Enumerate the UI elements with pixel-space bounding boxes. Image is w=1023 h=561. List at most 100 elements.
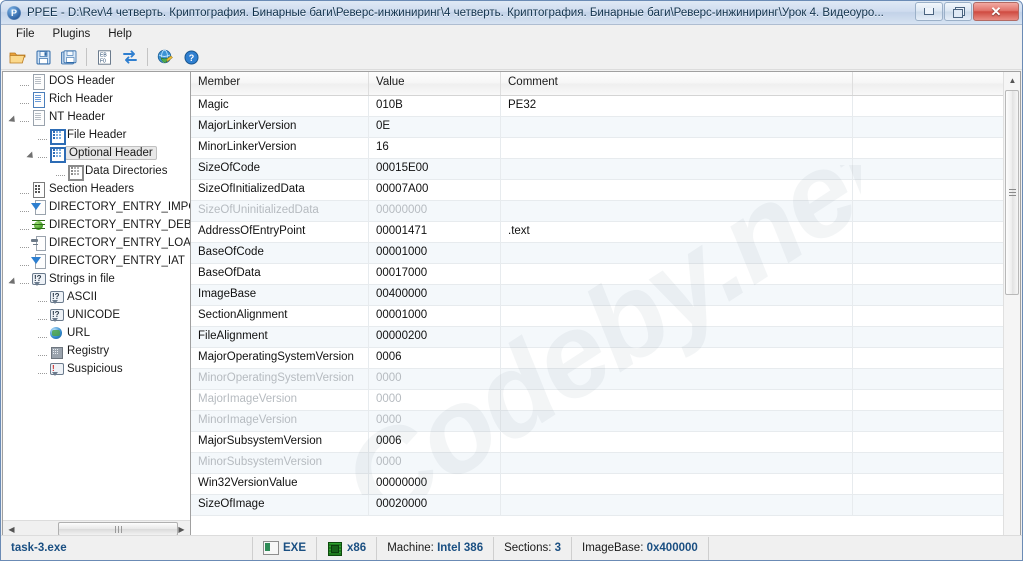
tree-item-label: UNICODE <box>67 309 121 321</box>
cell-comment <box>501 432 853 452</box>
save-button[interactable] <box>31 46 55 68</box>
status-machine-label: Machine: <box>387 542 434 554</box>
tree-connector <box>38 301 47 302</box>
cell-member: MinorSubsystemVersion <box>191 453 369 473</box>
table-row[interactable]: Magic 010B PE32 <box>191 96 1020 117</box>
chevron-down-icon[interactable] <box>27 148 38 159</box>
table-row[interactable]: SizeOfUninitializedData 00000000 <box>191 201 1020 222</box>
cell-value: 0000 <box>369 411 501 431</box>
refresh-button[interactable] <box>118 46 142 68</box>
table-row[interactable]: SizeOfInitializedData 00007A00 <box>191 180 1020 201</box>
tree-item-unicode[interactable]: !? UNICODE <box>3 306 190 324</box>
minimize-button[interactable] <box>915 2 943 21</box>
table-row[interactable]: MinorSubsystemVersion 0000 <box>191 453 1020 474</box>
cell-value: 0006 <box>369 348 501 368</box>
cell-value: 00015E00 <box>369 159 501 179</box>
column-header-value[interactable]: Value <box>369 72 501 95</box>
tree-item-optional-header[interactable]: Optional Header <box>3 144 190 163</box>
table-row[interactable]: ImageBase 00400000 <box>191 285 1020 306</box>
tree-connector <box>38 373 47 374</box>
table-row[interactable]: MajorSubsystemVersion 0006 <box>191 432 1020 453</box>
table-row[interactable]: SizeOfImage 00020000 <box>191 495 1020 516</box>
table-vscroll-thumb[interactable] <box>1005 90 1019 295</box>
tree-connector <box>20 211 29 212</box>
table-row[interactable]: BaseOfCode 00001000 <box>191 243 1020 264</box>
cell-comment <box>501 138 853 158</box>
cell-member: Win32VersionValue <box>191 474 369 494</box>
tree-item-directory-entry-iat[interactable]: DIRECTORY_ENTRY_IAT <box>3 252 190 270</box>
table-header-row: Member Value Comment <box>191 72 1020 96</box>
virustotal-button[interactable] <box>153 46 177 68</box>
tree-item-directory-entry-load-config[interactable]: DIRECTORY_ENTRY_LOAD_CONFIG <box>3 234 190 252</box>
help-button[interactable]: ? <box>179 46 203 68</box>
tree-connector <box>20 265 29 266</box>
cell-member: Magic <box>191 96 369 116</box>
scroll-up-icon[interactable]: ▲ <box>1004 72 1020 89</box>
cell-value: 00000000 <box>369 474 501 494</box>
status-filename: task-3.exe <box>1 536 253 560</box>
cell-value: 010B <box>369 96 501 116</box>
table-row[interactable]: MinorOperatingSystemVersion 0000 <box>191 369 1020 390</box>
bubble-marks: ! <box>52 364 55 373</box>
column-header-extra[interactable] <box>853 72 1020 95</box>
table-row[interactable]: MinorLinkerVersion 16 <box>191 138 1020 159</box>
hex-view-button[interactable]: EB F0 <box>92 46 116 68</box>
status-imagebase: ImageBase: 0x400000 <box>572 536 709 560</box>
tree-scroll-area[interactable]: DOS Header Rich Header NT Header File Heade… <box>3 72 190 520</box>
menu-item-plugins[interactable]: Plugins <box>44 26 100 43</box>
column-header-comment[interactable]: Comment <box>501 72 853 95</box>
grip-icon <box>114 525 122 533</box>
table-row[interactable]: AddressOfEntryPoint 00001471 .text <box>191 222 1020 243</box>
restore-button[interactable] <box>944 2 972 21</box>
table-row[interactable]: Win32VersionValue 00000000 <box>191 474 1020 495</box>
table-row[interactable]: SectionAlignment 00001000 <box>191 306 1020 327</box>
table-row[interactable]: FileAlignment 00000200 <box>191 327 1020 348</box>
tree-expander-spacer <box>27 130 38 141</box>
tree-item-dos-header[interactable]: DOS Header <box>3 72 190 90</box>
toolbar-separator-2 <box>147 48 148 66</box>
table-row[interactable]: SizeOfCode 00015E00 <box>191 159 1020 180</box>
tree-item-suspicious[interactable]: ! Suspicious <box>3 360 190 378</box>
chevron-down-icon[interactable] <box>9 274 20 285</box>
tree-item-ascii[interactable]: !? ASCII <box>3 288 190 306</box>
status-architecture: x86 <box>317 536 378 560</box>
save-all-button[interactable] <box>57 46 81 68</box>
tree-item-registry[interactable]: Registry <box>3 342 190 360</box>
chevron-down-icon[interactable] <box>9 112 20 123</box>
cell-extra <box>853 159 1020 179</box>
table-row[interactable]: BaseOfData 00017000 <box>191 264 1020 285</box>
cell-extra <box>853 390 1020 410</box>
tree-connector <box>20 103 29 104</box>
tree-expander-spacer <box>9 94 20 105</box>
close-button[interactable]: ✕ <box>973 2 1019 21</box>
column-header-member[interactable]: Member <box>191 72 369 95</box>
tree-item-label: Rich Header <box>49 93 113 105</box>
status-filetype-text: EXE <box>283 542 307 554</box>
restore-icon <box>953 7 965 18</box>
table-vertical-scrollbar[interactable]: ▲ <box>1003 72 1020 537</box>
table-row[interactable]: MajorImageVersion 0000 <box>191 390 1020 411</box>
cell-extra <box>853 117 1020 137</box>
table-row[interactable]: MinorImageVersion 0000 <box>191 411 1020 432</box>
menu-item-help[interactable]: Help <box>99 26 141 43</box>
toolbar: EB F0 ? <box>1 45 1022 70</box>
tree-item-nt-header[interactable]: NT Header <box>3 108 190 126</box>
tree-item-directory-entry-debug[interactable]: DIRECTORY_ENTRY_DEBUG <box>3 216 190 234</box>
open-folder-button[interactable] <box>5 46 29 68</box>
tree-connector <box>20 85 29 86</box>
cell-extra <box>853 495 1020 515</box>
cell-extra <box>853 201 1020 221</box>
table-row[interactable]: MajorLinkerVersion 0E <box>191 117 1020 138</box>
table-row[interactable]: MajorOperatingSystemVersion 0006 <box>191 348 1020 369</box>
tree-item-section-headers[interactable]: Section Headers <box>3 180 190 198</box>
tree-hscroll-thumb[interactable] <box>58 522 178 536</box>
tree-item-strings-in-file[interactable]: !? Strings in file <box>3 270 190 288</box>
tree-item-url[interactable]: URL <box>3 324 190 342</box>
tree-item-directory-entry-import[interactable]: DIRECTORY_ENTRY_IMPORT <box>3 198 190 216</box>
tree-item-label: NT Header <box>49 111 106 123</box>
tree-item-rich-header[interactable]: Rich Header <box>3 90 190 108</box>
tree-item-data-directories[interactable]: Data Directories <box>3 162 190 181</box>
tree-item-file-header[interactable]: File Header <box>3 126 190 145</box>
menu-item-file[interactable]: File <box>7 26 44 43</box>
